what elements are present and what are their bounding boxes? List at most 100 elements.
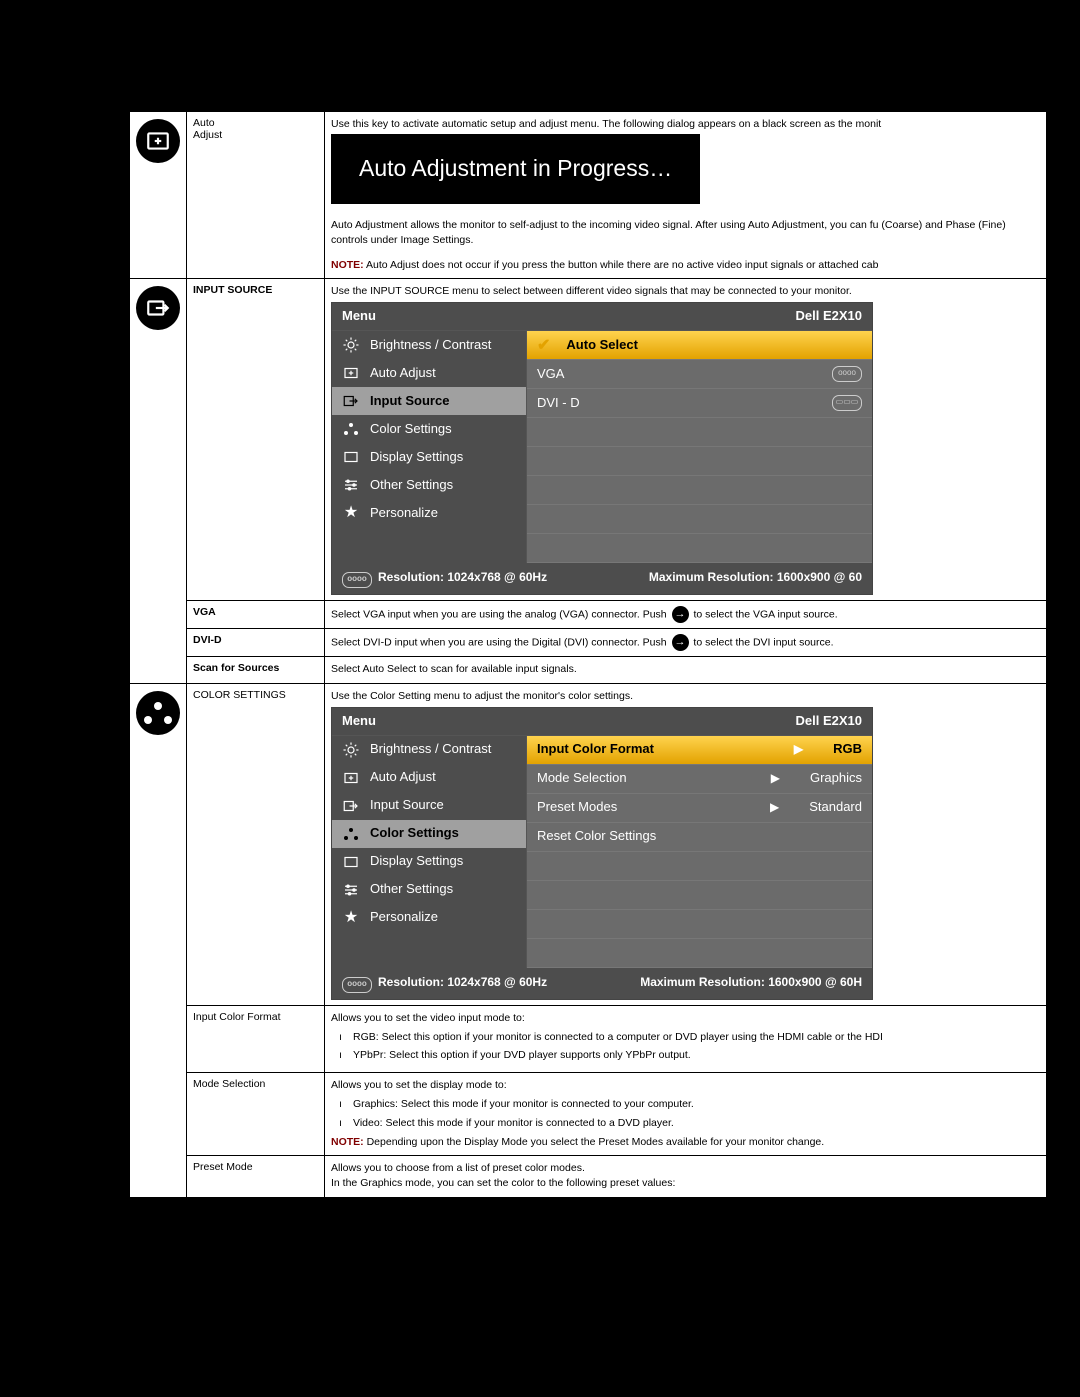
osd-left-nav: Brightness / Contrast Auto Adjust Input … — [332, 736, 526, 968]
icf-bullet-1: RGB: Select this option if your monitor … — [353, 1030, 1040, 1045]
note-prefix: NOTE: — [331, 1136, 364, 1148]
osd-nav-auto-adjust[interactable]: Auto Adjust — [332, 764, 526, 792]
pm-line2: In the Graphics mode, you can set the co… — [331, 1176, 1040, 1191]
label-dvid: DVI-D — [187, 629, 325, 657]
display-settings-small-icon — [342, 853, 360, 871]
osd-nav-label: Input Source — [370, 796, 444, 815]
osd-nav-label: Auto Adjust — [370, 768, 436, 787]
content-preset-mode: Allows you to choose from a list of pres… — [325, 1156, 1048, 1198]
osd-nav-brightness[interactable]: Brightness / Contrast — [332, 736, 526, 764]
label-scan: Scan for Sources — [187, 657, 325, 683]
osd-option-input-color-format[interactable]: Input Color Format ▶ RGB — [527, 736, 872, 765]
ms-bullet-2: Video: Select this mode if your monitor … — [353, 1116, 1040, 1131]
osd-nav-brightness[interactable]: Brightness / Contrast — [332, 331, 526, 359]
icon-cell-input-source — [129, 279, 187, 683]
osd-input-source: Menu Dell E2X10 Brightness / Contrast Au… — [331, 302, 873, 595]
note-text: Depending upon the Display Mode you sele… — [364, 1136, 825, 1148]
osd-nav-label: Auto Adjust — [370, 364, 436, 383]
vga-text-post: to select the VGA input source. — [691, 609, 838, 621]
vga-connector-icon: oooo — [832, 366, 862, 382]
osd-nav-input-source[interactable]: Input Source — [332, 792, 526, 820]
osd-option-reset-color[interactable]: Reset Color Settings — [527, 823, 872, 852]
content-mode-selection: Allows you to set the display mode to: G… — [325, 1073, 1048, 1156]
osd-footer-max: Maximum Resolution: 1600x900 @ 60 — [649, 569, 862, 588]
content-vga: Select VGA input when you are using the … — [325, 601, 1048, 629]
label-mode-selection: Mode Selection — [187, 1073, 325, 1156]
osd-nav-display-settings[interactable]: Display Settings — [332, 443, 526, 471]
label-input-color-format: Input Color Format — [187, 1005, 325, 1073]
content-input-source: Use the INPUT SOURCE menu to select betw… — [325, 279, 1048, 601]
osd-nav-other-settings[interactable]: Other Settings — [332, 876, 526, 904]
osd-nav-color-settings[interactable]: Color Settings — [332, 415, 526, 443]
osd-nav-personalize[interactable]: ★ Personalize — [332, 904, 526, 932]
auto-adjust-icon — [136, 119, 180, 163]
osd-menu-title: Menu — [342, 712, 376, 731]
osd-nav-label: Other Settings — [370, 476, 453, 495]
auto-adjust-banner: Auto Adjustment in Progress… — [331, 134, 700, 203]
color-settings-small-icon — [342, 420, 360, 438]
osd-option-label: VGA — [537, 365, 564, 384]
page: Auto Adjust Use this key to activate aut… — [0, 0, 1080, 1259]
osd-nav-input-source[interactable]: Input Source — [332, 387, 526, 415]
icf-intro: Allows you to set the video input mode t… — [331, 1011, 1040, 1026]
osd-nav-label: Personalize — [370, 504, 438, 523]
osd-nav-label: Brightness / Contrast — [370, 336, 491, 355]
osd-color-settings: Menu Dell E2X10 Brightness / Contrast Au… — [331, 707, 873, 1000]
osd-nav-label: Display Settings — [370, 852, 463, 871]
display-settings-small-icon — [342, 448, 360, 466]
row-input-source: INPUT SOURCE Use the INPUT SOURCE menu t… — [129, 279, 1047, 601]
row-auto-adjust: Auto Adjust Use this key to activate aut… — [129, 111, 1047, 279]
enter-icon: → — [672, 634, 689, 651]
dvid-connector-icon: ▭▭▭ — [832, 395, 862, 411]
osd-nav-personalize[interactable]: ★ Personalize — [332, 499, 526, 527]
icon-cell-color-settings — [129, 683, 187, 1198]
osd-brand: Dell E2X10 — [796, 712, 863, 731]
dvid-text-post: to select the DVI input source. — [691, 637, 834, 649]
personalize-small-icon: ★ — [342, 504, 360, 522]
osd-option-label: Mode Selection — [537, 769, 627, 788]
osd-option-label: Input Color Format — [537, 740, 654, 759]
content-color-settings: Use the Color Setting menu to adjust the… — [325, 683, 1048, 1005]
row-input-color-format: Input Color Format Allows you to set the… — [129, 1005, 1047, 1073]
personalize-small-icon: ★ — [342, 909, 360, 927]
osd-option-mode-selection[interactable]: Mode Selection ▶ Graphics — [527, 765, 872, 794]
osd-option-dvid[interactable]: DVI - D ▭▭▭ — [527, 389, 872, 418]
content-auto-adjust: Use this key to activate automatic setup… — [325, 111, 1048, 279]
input-source-icon — [136, 286, 180, 330]
label-color-settings: COLOR SETTINGS — [187, 683, 325, 1005]
auto-adjust-intro: Use this key to activate automatic setup… — [331, 117, 1040, 132]
note-text: Auto Adjust does not occur if you press … — [364, 259, 879, 271]
note-prefix: NOTE: — [331, 259, 364, 271]
osd-option-auto-select[interactable]: ✔ Auto Select — [527, 331, 872, 360]
content-scan: Select Auto Select to scan for available… — [325, 657, 1048, 683]
row-dvid: DVI-D Select DVI-D input when you are us… — [129, 629, 1047, 657]
footer-connector-icon: oooo — [342, 572, 372, 588]
ms-bullet-1: Graphics: Select this mode if your monit… — [353, 1097, 1040, 1112]
row-preset-mode: Preset Mode Allows you to choose from a … — [129, 1156, 1047, 1198]
osd-right-pane: Input Color Format ▶ RGB Mode Selection … — [526, 736, 872, 968]
label-auto-adjust: Auto Adjust — [187, 111, 325, 279]
auto-adjust-small-icon — [342, 769, 360, 787]
osd-nav-other-settings[interactable]: Other Settings — [332, 471, 526, 499]
osd-option-vga[interactable]: VGA oooo — [527, 360, 872, 389]
osd-nav-label: Personalize — [370, 908, 438, 927]
input-source-small-icon — [342, 797, 360, 815]
osd-menu-title: Menu — [342, 307, 376, 326]
osd-nav-color-settings[interactable]: Color Settings — [332, 820, 526, 848]
auto-adjust-note: NOTE: Auto Adjust does not occur if you … — [331, 258, 1040, 273]
chevron-right-icon: ▶ — [794, 741, 803, 758]
vga-text-pre: Select VGA input when you are using the … — [331, 609, 670, 621]
osd-option-preset-modes[interactable]: Preset Modes ▶ Standard — [527, 794, 872, 823]
enter-icon: → — [672, 606, 689, 623]
input-source-intro: Use the INPUT SOURCE menu to select betw… — [331, 284, 1040, 299]
label-vga: VGA — [187, 601, 325, 629]
osd-option-label: DVI - D — [537, 394, 580, 413]
row-vga: VGA Select VGA input when you are using … — [129, 601, 1047, 629]
osd-nav-auto-adjust[interactable]: Auto Adjust — [332, 359, 526, 387]
osd-nav-label: Color Settings — [370, 824, 459, 843]
osd-option-label: Preset Modes — [537, 798, 617, 817]
other-settings-small-icon — [342, 881, 360, 899]
input-source-small-icon — [342, 392, 360, 410]
osd-nav-display-settings[interactable]: Display Settings — [332, 848, 526, 876]
osd-option-value: Graphics — [810, 769, 862, 788]
